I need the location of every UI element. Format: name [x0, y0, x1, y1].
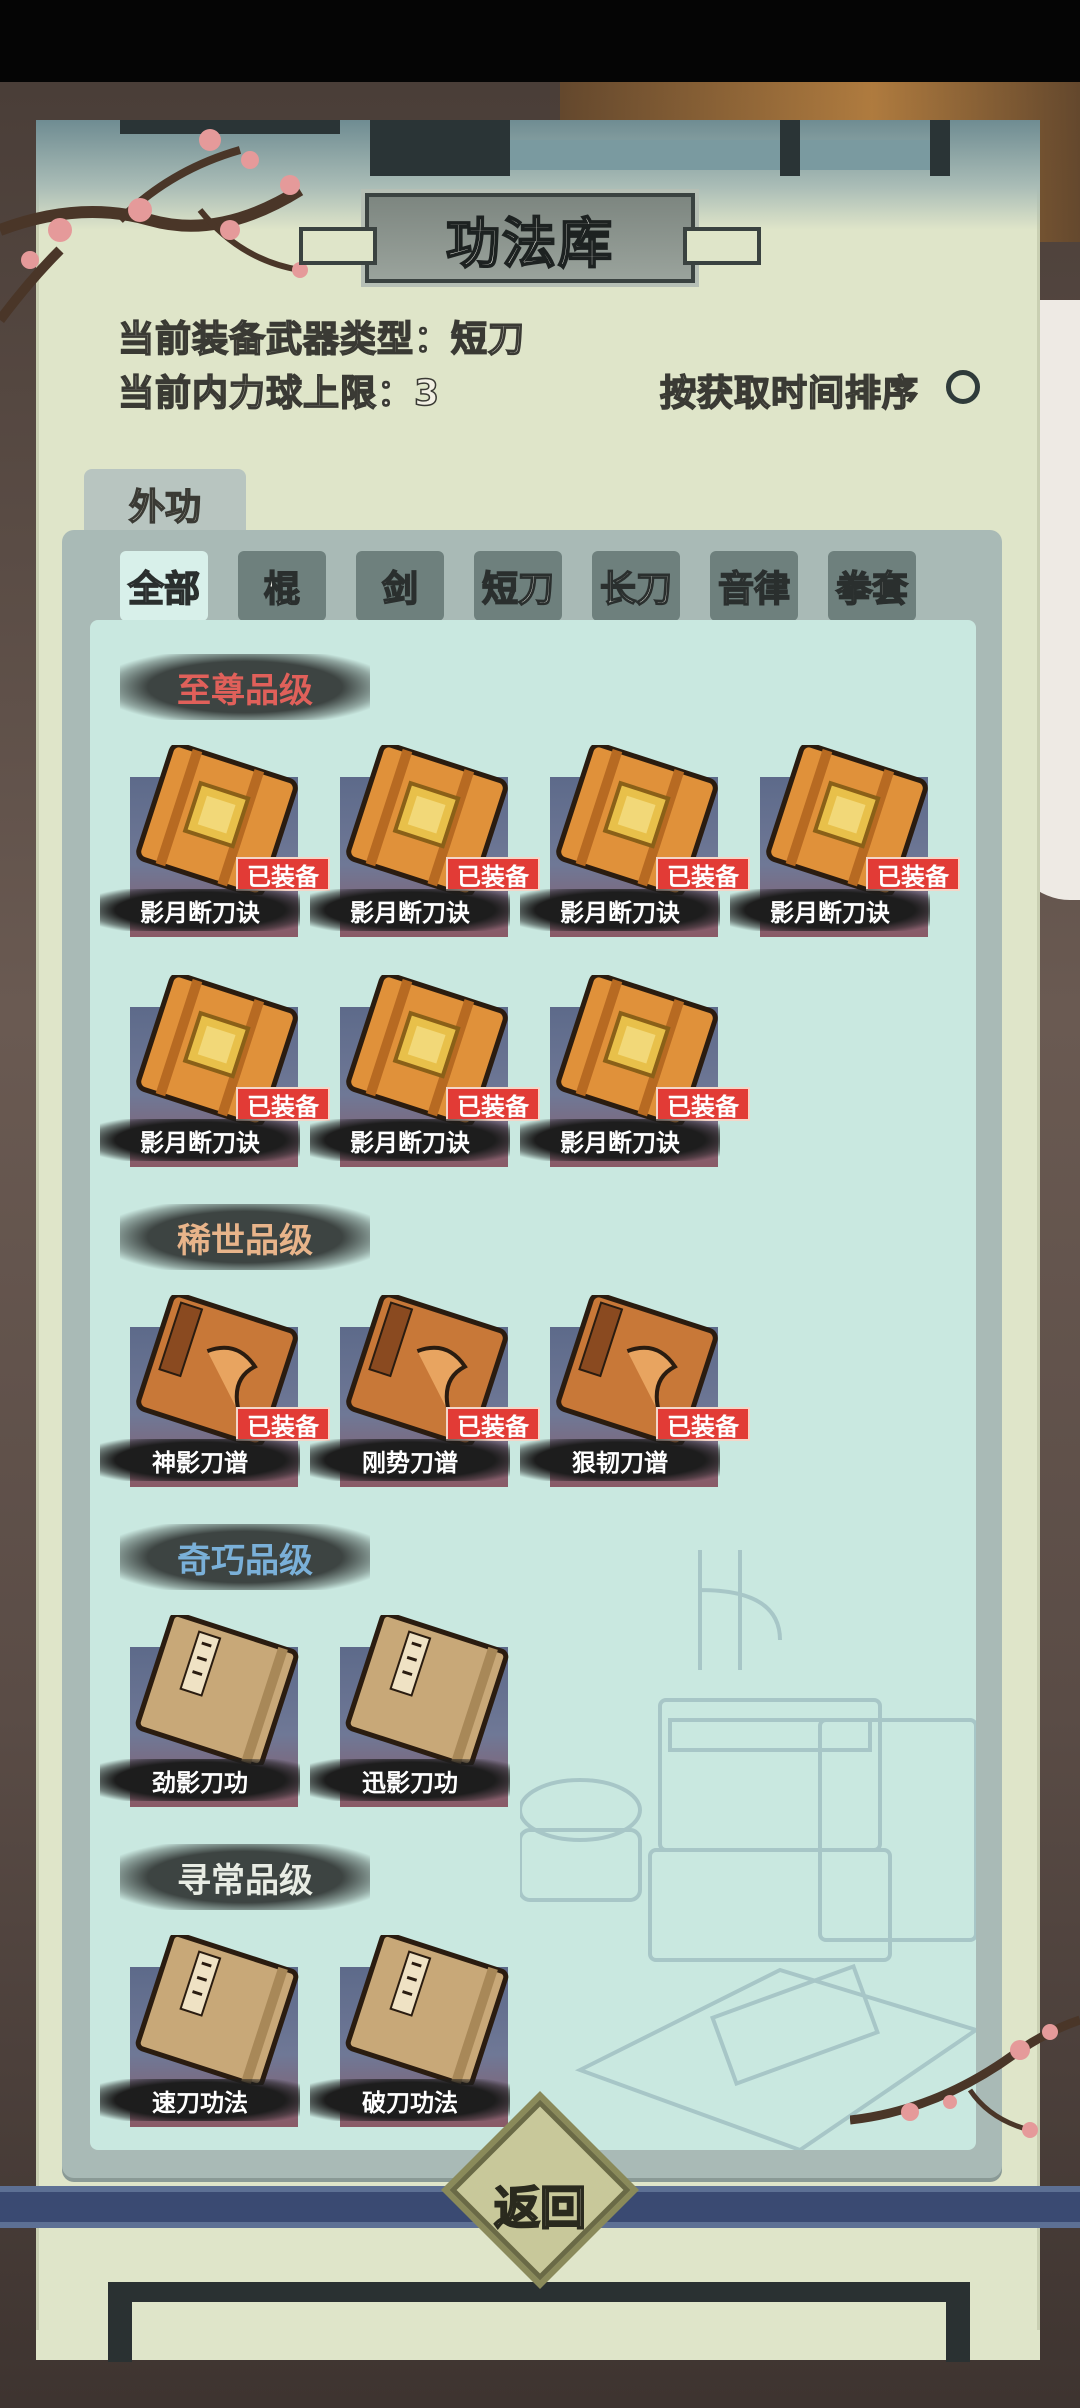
plain-book-icon: [135, 1935, 299, 2085]
skill-list-scroll[interactable]: 至尊品级 已装备 影月断刀诀 已装备 影月断刀诀 已装备 影月断刀诀 已装备 影…: [90, 620, 976, 2150]
tier-label: 奇巧品级: [177, 1540, 313, 1581]
panel-base: [36, 2330, 1040, 2360]
sort-toggle-radio[interactable]: [946, 370, 980, 404]
plum-branch-decor: [0, 129, 308, 324]
plain-book-icon: [135, 1615, 299, 1765]
equipped-badge: 已装备: [656, 857, 750, 891]
filter-short-blade[interactable]: 短刀: [474, 551, 562, 621]
skill-name: 速刀功法: [100, 2079, 300, 2121]
equipped-badge: 已装备: [446, 1087, 540, 1121]
skill-name: 刚势刀谱: [310, 1439, 510, 1481]
equipped-badge: 已装备: [866, 857, 960, 891]
rail-leg: [946, 2282, 970, 2362]
inner-power-limit-label: 当前内力球上限：3: [117, 372, 441, 415]
header-ornament: [780, 120, 800, 176]
tier-heading-clever: 奇巧品级: [120, 1524, 370, 1590]
equipped-badge: 已装备: [236, 857, 330, 891]
equipped-badge: 已装备: [446, 857, 540, 891]
skill-name: 迅影刀功: [310, 1759, 510, 1801]
skill-item[interactable]: 已装备 影月断刀诀: [520, 745, 750, 945]
skill-item[interactable]: 破刀功法: [310, 1935, 510, 2135]
tab-label: 外功: [128, 486, 202, 529]
tier-label: 寻常品级: [177, 1860, 313, 1901]
equipped-badge: 已装备: [656, 1087, 750, 1121]
sort-label[interactable]: 按获取时间排序: [659, 364, 919, 416]
tier-heading-rare: 稀世品级: [120, 1204, 370, 1270]
skill-item[interactable]: 已装备 影月断刀诀: [100, 975, 330, 1175]
header-ornament: [930, 120, 950, 176]
equipped-badge: 已装备: [236, 1087, 330, 1121]
rail-leg: [108, 2282, 132, 2362]
plain-book-icon: [345, 1615, 509, 1765]
skill-name: 影月断刀诀: [310, 889, 510, 931]
skill-item[interactable]: 已装备 影月断刀诀: [100, 745, 330, 945]
skill-name: 影月断刀诀: [520, 1119, 720, 1161]
header-ornament: [510, 140, 930, 170]
header-ornament: [370, 120, 510, 176]
skill-item[interactable]: 已装备 狠韧刀谱: [520, 1295, 750, 1495]
bottom-rail: [108, 2282, 970, 2302]
skill-name: 破刀功法: [310, 2079, 510, 2121]
skill-item[interactable]: 已装备 神影刀谱: [100, 1295, 330, 1495]
page-title: 功法库: [445, 211, 614, 276]
plain-book-icon: [345, 1935, 509, 2085]
skill-name: 神影刀谱: [100, 1439, 300, 1481]
filter-all[interactable]: 全部: [120, 551, 208, 621]
skill-item[interactable]: 已装备 影月断刀诀: [520, 975, 750, 1175]
tier-heading-supreme: 至尊品级: [120, 654, 370, 720]
status-bar: [0, 0, 1080, 82]
tier-label: 稀世品级: [177, 1220, 313, 1261]
tier-heading-common: 寻常品级: [120, 1844, 370, 1910]
skill-name: 影月断刀诀: [730, 889, 930, 931]
filter-staff[interactable]: 棍: [238, 551, 326, 621]
filter-sword[interactable]: 剑: [356, 551, 444, 621]
weapon-type-label: 当前装备武器类型：短刀: [117, 318, 526, 361]
back-button-label[interactable]: 返回: [460, 2170, 620, 2240]
skill-name: 影月断刀诀: [100, 889, 300, 931]
skill-name: 劲影刀功: [100, 1759, 300, 1801]
skill-item[interactable]: 已装备 影月断刀诀: [730, 745, 960, 945]
equipped-badge: 已装备: [236, 1407, 330, 1441]
equipped-badge: 已装备: [656, 1407, 750, 1441]
skill-item[interactable]: 劲影刀功: [100, 1615, 300, 1815]
filter-gauntlet[interactable]: 拳套: [828, 551, 916, 621]
skill-name: 影月断刀诀: [520, 889, 720, 931]
equipped-badge: 已装备: [446, 1407, 540, 1441]
skill-item[interactable]: 已装备 影月断刀诀: [310, 745, 540, 945]
skill-name: 影月断刀诀: [310, 1119, 510, 1161]
skill-item[interactable]: 速刀功法: [100, 1935, 300, 2135]
tier-label: 至尊品级: [177, 670, 313, 711]
skill-item[interactable]: 已装备 影月断刀诀: [310, 975, 540, 1175]
title-plate: 功法库: [299, 193, 761, 283]
skill-name: 狠韧刀谱: [520, 1439, 720, 1481]
filter-long-blade[interactable]: 长刀: [592, 551, 680, 621]
skill-item[interactable]: 已装备 刚势刀谱: [310, 1295, 540, 1495]
tab-external-skills[interactable]: 外功: [84, 469, 246, 539]
skill-item[interactable]: 迅影刀功: [310, 1615, 510, 1815]
skill-name: 影月断刀诀: [100, 1119, 300, 1161]
filter-music[interactable]: 音律: [710, 551, 798, 621]
plum-branch-decor: [850, 2015, 1080, 2138]
